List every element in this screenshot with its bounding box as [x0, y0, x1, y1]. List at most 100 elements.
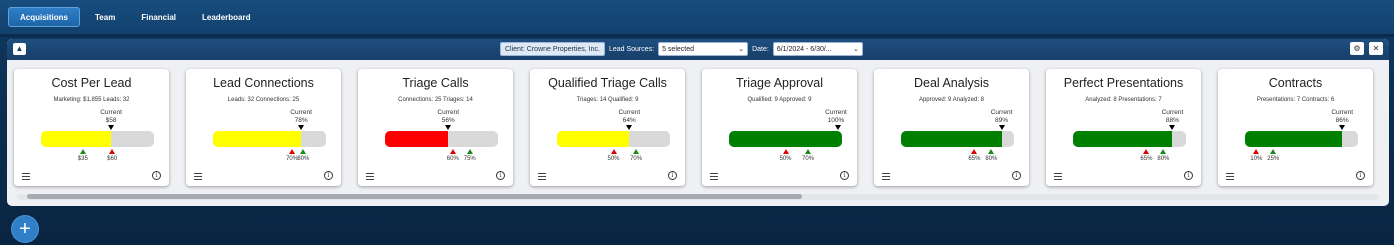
current-value: 78%: [294, 117, 308, 124]
progress-bar: [213, 131, 326, 147]
threshold-label: 80%: [985, 156, 998, 162]
tab-acquisitions[interactable]: Acquisitions: [8, 7, 81, 27]
current-marker-arrow: [445, 125, 452, 130]
card-title: Perfect Presentations: [1063, 76, 1184, 90]
tab-leaderboard[interactable]: Leaderboard: [191, 7, 261, 27]
current-label: Current: [990, 109, 1013, 116]
current-marker-arrow: [626, 125, 633, 130]
card-metrics: Approved: 9 Analyzed: 8: [918, 97, 985, 103]
info-icon[interactable]: i: [1012, 171, 1021, 180]
list-icon[interactable]: [22, 173, 30, 180]
minimum-marker: [1143, 149, 1150, 154]
current-value: 100%: [827, 117, 845, 124]
panel-header: ▲ Client: Crowne Properties, Inc. Lead S…: [7, 39, 1389, 60]
progress-bar: [1073, 131, 1186, 147]
current-value: 86%: [1335, 117, 1349, 124]
list-icon[interactable]: [1054, 173, 1062, 180]
nav-divider: [0, 34, 1394, 37]
kpi-panel: ▲ Client: Crowne Properties, Inc. Lead S…: [7, 39, 1389, 206]
lead-sources-label: Lead Sources:: [608, 45, 655, 53]
current-marker-arrow: [108, 125, 115, 130]
current-indicator: Current $58: [96, 109, 126, 125]
list-icon[interactable]: [366, 173, 374, 180]
scrollbar-thumb[interactable]: [27, 194, 802, 199]
goal-marker: [466, 149, 473, 154]
progress-bar: [729, 131, 842, 147]
progress-bar: [901, 131, 1014, 147]
threshold-label: 70%: [802, 156, 815, 162]
list-icon[interactable]: [882, 173, 890, 180]
threshold-label: 75%: [463, 156, 476, 162]
client-badge[interactable]: Client: Crowne Properties, Inc.: [500, 42, 605, 56]
list-icon[interactable]: [1226, 173, 1234, 180]
info-icon[interactable]: i: [152, 171, 161, 180]
progress-bar: [385, 131, 498, 147]
info-icon[interactable]: i: [324, 171, 333, 180]
card-metrics: Leads: 32 Connections: 25: [227, 97, 300, 103]
progress-bar: [41, 131, 154, 147]
card-title: Lead Connections: [213, 76, 314, 90]
lead-sources-value: 5 selected: [662, 45, 695, 53]
info-icon[interactable]: i: [1356, 171, 1365, 180]
kpi-card[interactable]: Triage Calls Connections: 25 Triages: 14 C…: [358, 69, 513, 186]
progress-bar-fill: [901, 131, 1002, 147]
minimum-marker: [782, 149, 789, 154]
card-metrics: Triages: 14 Qualified: 9: [576, 97, 639, 103]
current-label: Current: [825, 109, 847, 116]
card-metrics: Presentations: 7 Contracts: 6: [1256, 97, 1335, 103]
kpi-card[interactable]: Qualified Triage Calls Triages: 14 Qualif…: [530, 69, 685, 186]
list-icon[interactable]: [710, 173, 718, 180]
current-label: Current: [618, 109, 641, 116]
current-value: 56%: [441, 117, 455, 124]
threshold-label: 80%: [297, 156, 310, 162]
current-label: Current: [100, 109, 122, 116]
current-indicator: Current 64%: [614, 109, 644, 125]
card-title: Triage Approval: [735, 76, 824, 90]
current-marker-arrow: [1339, 125, 1346, 130]
close-button[interactable]: ✕: [1369, 42, 1383, 55]
goal-marker: [79, 149, 86, 154]
progress-bar-fill: [1245, 131, 1343, 147]
card-title: Qualified Triage Calls: [548, 76, 667, 90]
lead-sources-select[interactable]: 5 selected ⌄: [658, 42, 749, 56]
date-range-value: 6/1/2024 - 6/30/...: [776, 45, 832, 53]
chevron-down-icon: ⌄: [852, 46, 859, 53]
current-marker-arrow: [1169, 125, 1176, 130]
current-value: 64%: [622, 117, 636, 124]
settings-button[interactable]: ⚙: [1350, 42, 1364, 55]
threshold-label: $35: [77, 156, 88, 162]
card-metrics: Marketing: $1,855 Leads: 32: [53, 97, 130, 103]
kpi-card[interactable]: Contracts Presentations: 7 Contracts: 6 Cu…: [1218, 69, 1373, 186]
current-indicator: Current 89%: [987, 109, 1017, 125]
info-icon[interactable]: i: [1184, 171, 1193, 180]
date-range-select[interactable]: 6/1/2024 - 6/30/... ⌄: [772, 42, 863, 56]
tab-financial[interactable]: Financial: [130, 7, 187, 27]
top-navigation: Acquisitions Team Financial Leaderboard: [0, 0, 1394, 34]
kpi-card[interactable]: Lead Connections Leads: 32 Connections: 2…: [186, 69, 341, 186]
close-icon: ✕: [1372, 44, 1380, 53]
info-icon[interactable]: i: [496, 171, 505, 180]
horizontal-scrollbar[interactable]: [17, 194, 1379, 200]
current-marker-arrow: [998, 125, 1005, 130]
list-icon[interactable]: [538, 173, 546, 180]
goal-marker: [1160, 149, 1167, 154]
current-label: Current: [437, 109, 460, 116]
info-icon[interactable]: i: [668, 171, 677, 180]
card-title: Cost Per Lead: [51, 76, 132, 90]
current-indicator: Current 88%: [1157, 109, 1187, 125]
list-icon[interactable]: [194, 173, 202, 180]
kpi-card[interactable]: Deal Analysis Approved: 9 Analyzed: 8 Curr…: [874, 69, 1029, 186]
kpi-card[interactable]: Perfect Presentations Analyzed: 8 Present…: [1046, 69, 1201, 186]
kpi-card[interactable]: Cost Per Lead Marketing: $1,855 Leads: 32…: [14, 69, 169, 186]
card-title: Triage Calls: [402, 76, 469, 90]
progress-bar-fill: [41, 131, 112, 147]
info-icon[interactable]: i: [840, 171, 849, 180]
tab-team[interactable]: Team: [84, 7, 126, 27]
current-marker-arrow: [298, 125, 305, 130]
progress-bar-fill: [557, 131, 630, 147]
collapse-button[interactable]: ▲: [13, 43, 26, 55]
goal-marker: [300, 149, 307, 154]
kpi-card[interactable]: Triage Approval Qualified: 9 Approved: 9 C…: [702, 69, 857, 186]
current-label: Current: [290, 109, 312, 116]
add-button[interactable]: +: [12, 216, 38, 242]
